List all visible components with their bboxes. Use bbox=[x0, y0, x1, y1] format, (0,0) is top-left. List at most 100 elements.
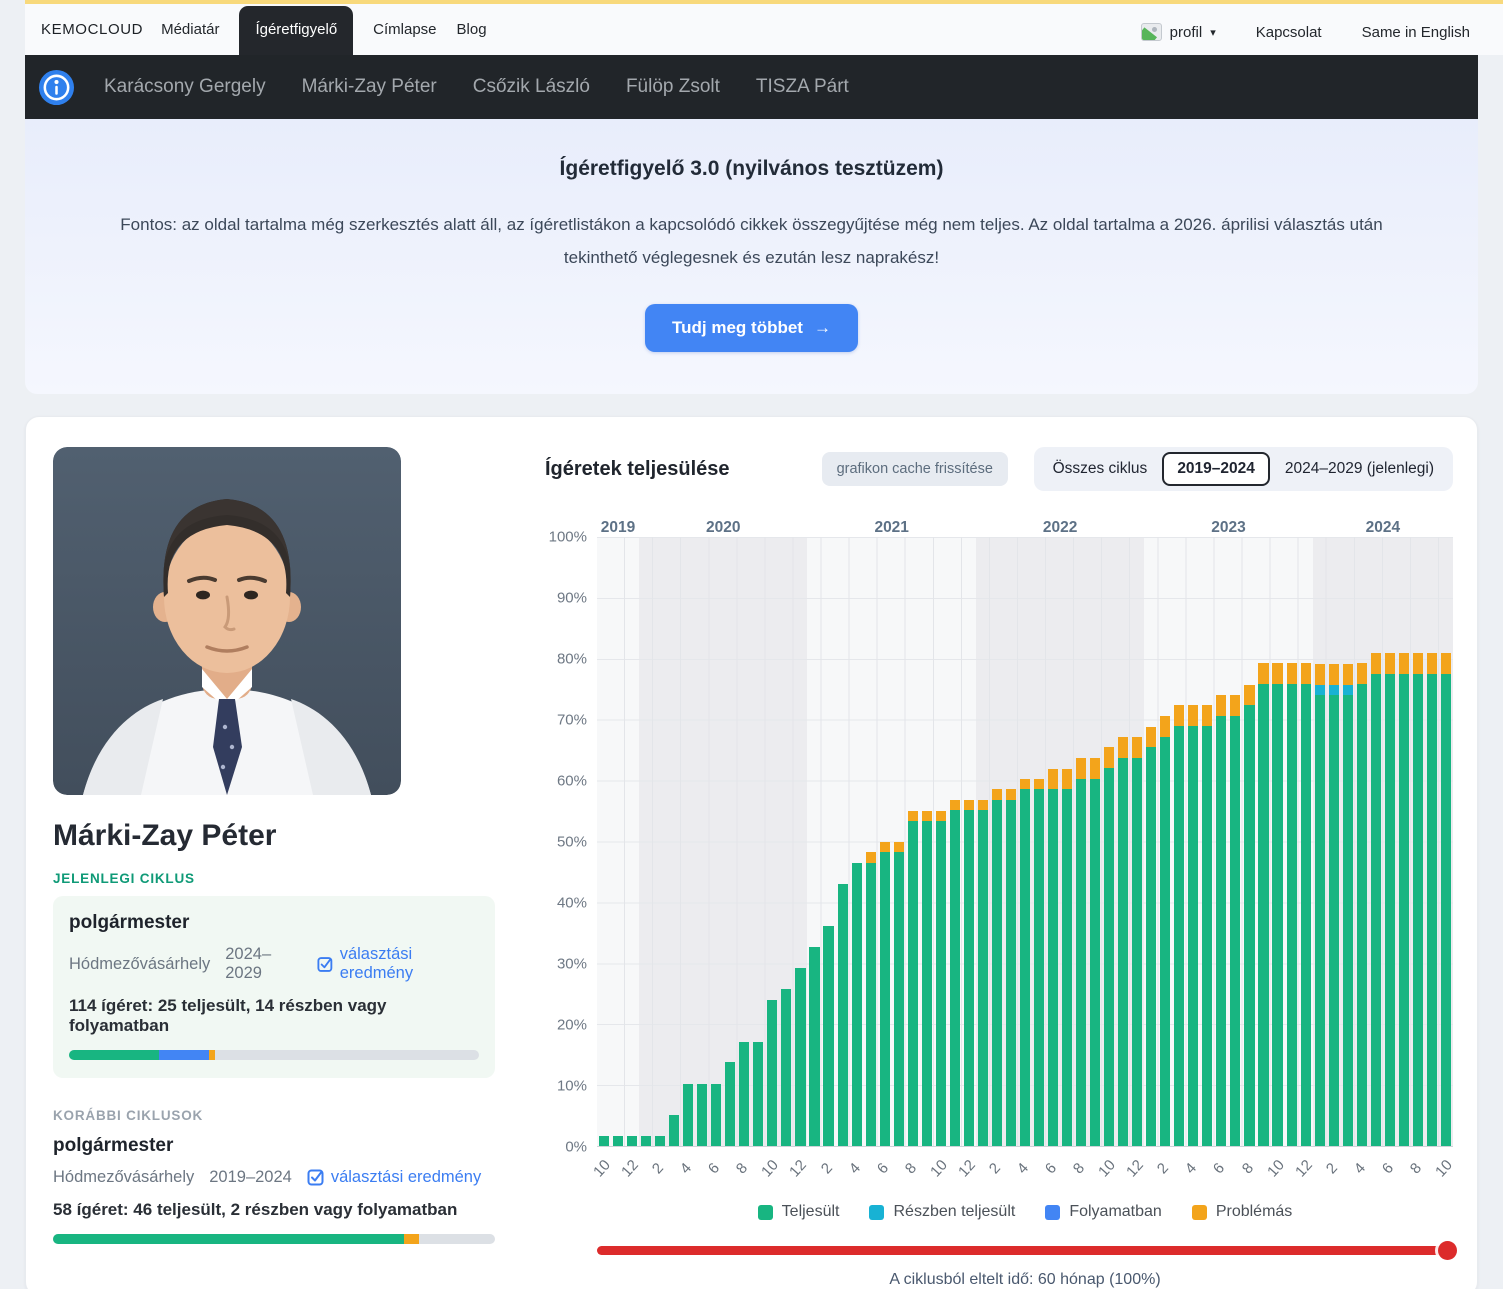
bar-month-41[interactable] bbox=[1174, 537, 1184, 1146]
legend-swatch bbox=[1045, 1205, 1060, 1220]
nav-item-marki-zay-peter[interactable]: Márki-Zay Péter bbox=[302, 76, 437, 98]
bar-month-51[interactable] bbox=[1315, 537, 1325, 1146]
nav-item-karacsony-gergely[interactable]: Karácsony Gergely bbox=[104, 76, 266, 98]
nav-item-tisza-part[interactable]: TISZA Párt bbox=[756, 76, 849, 98]
bar-month-20[interactable] bbox=[880, 537, 890, 1146]
bar-month-46[interactable] bbox=[1244, 537, 1254, 1146]
bar-month-50[interactable] bbox=[1301, 537, 1311, 1146]
bar-month-57[interactable] bbox=[1399, 537, 1409, 1146]
bar-month-7[interactable] bbox=[697, 537, 707, 1146]
bar-month-26[interactable] bbox=[964, 537, 974, 1146]
bar-month-30[interactable] bbox=[1020, 537, 1030, 1146]
bar-month-39[interactable] bbox=[1146, 537, 1156, 1146]
contact-link[interactable]: Kapcsolat bbox=[1256, 24, 1322, 41]
election-result-link[interactable]: választási eredmény bbox=[307, 1168, 481, 1187]
slider-track[interactable] bbox=[597, 1246, 1453, 1255]
bar-month-37[interactable] bbox=[1118, 537, 1128, 1146]
bar-month-14[interactable] bbox=[795, 537, 805, 1146]
tab-igeretfigyelo[interactable]: Ígéretfigyelő bbox=[239, 6, 353, 55]
election-result-link[interactable]: választási eredmény bbox=[317, 945, 479, 983]
bar-month-2[interactable] bbox=[627, 537, 637, 1146]
bar-month-12[interactable] bbox=[767, 537, 777, 1146]
bar-month-49[interactable] bbox=[1287, 537, 1297, 1146]
bar-month-6[interactable] bbox=[683, 537, 693, 1146]
tab-mediatar[interactable]: Médiatár bbox=[151, 21, 229, 55]
refresh-cache-button[interactable]: grafikon cache frissítése bbox=[822, 452, 1008, 486]
bar-month-29[interactable] bbox=[1006, 537, 1016, 1146]
bar-month-47[interactable] bbox=[1258, 537, 1268, 1146]
bar-month-17[interactable] bbox=[838, 537, 848, 1146]
bar-month-9[interactable] bbox=[725, 537, 735, 1146]
tab-blog[interactable]: Blog bbox=[447, 21, 497, 55]
brand-kemocloud[interactable]: KEMOCLOUD bbox=[41, 21, 151, 55]
legend-item-részben-teljesült[interactable]: Részben teljesült bbox=[869, 1203, 1015, 1221]
bar-month-54[interactable] bbox=[1357, 537, 1367, 1146]
tab-all-cycles[interactable]: Összes ciklus bbox=[1040, 452, 1161, 486]
slider-handle[interactable] bbox=[1438, 1241, 1457, 1260]
x-tick-label: 12 bbox=[614, 1152, 647, 1186]
bar-month-40[interactable] bbox=[1160, 537, 1170, 1146]
x-tick-label: 10 bbox=[754, 1152, 787, 1186]
progress-segment-teljesült bbox=[53, 1234, 404, 1244]
y-tick-label: 10% bbox=[557, 1078, 587, 1095]
legend-item-folyamatban[interactable]: Folyamatban bbox=[1045, 1203, 1162, 1221]
bar-month-44[interactable] bbox=[1216, 537, 1226, 1146]
bar-month-34[interactable] bbox=[1076, 537, 1086, 1146]
bar-month-48[interactable] bbox=[1272, 537, 1282, 1146]
bar-month-36[interactable] bbox=[1104, 537, 1114, 1146]
tab-2019-2024[interactable]: 2019–2024 bbox=[1162, 452, 1270, 486]
bar-month-23[interactable] bbox=[922, 537, 932, 1146]
bar-month-11[interactable] bbox=[753, 537, 763, 1146]
bar-month-45[interactable] bbox=[1230, 537, 1240, 1146]
y-tick-label: 70% bbox=[557, 712, 587, 729]
bar-month-21[interactable] bbox=[894, 537, 904, 1146]
bar-month-10[interactable] bbox=[739, 537, 749, 1146]
bar-month-42[interactable] bbox=[1188, 537, 1198, 1146]
nav-item-csozik-laszlo[interactable]: Csőzik László bbox=[473, 76, 590, 98]
bar-month-28[interactable] bbox=[992, 537, 1002, 1146]
bar-month-3[interactable] bbox=[641, 537, 651, 1146]
bar-month-55[interactable] bbox=[1371, 537, 1381, 1146]
bar-month-38[interactable] bbox=[1132, 537, 1142, 1146]
profile-menu[interactable]: profil ▾ bbox=[1141, 23, 1216, 41]
elapsed-time-slider[interactable] bbox=[597, 1241, 1453, 1259]
profile-column: Márki-Zay Péter JELENLEGI CIKLUS polgárm… bbox=[53, 447, 495, 1273]
bar-month-52[interactable] bbox=[1329, 537, 1339, 1146]
bar-month-15[interactable] bbox=[809, 537, 819, 1146]
bar-month-56[interactable] bbox=[1385, 537, 1395, 1146]
chart-plot bbox=[597, 537, 1453, 1147]
bar-month-4[interactable] bbox=[655, 537, 665, 1146]
bar-month-60[interactable] bbox=[1441, 537, 1451, 1146]
bar-month-16[interactable] bbox=[823, 537, 833, 1146]
legend-swatch bbox=[758, 1205, 773, 1220]
bar-month-53[interactable] bbox=[1343, 537, 1353, 1146]
bar-month-22[interactable] bbox=[908, 537, 918, 1146]
bar-month-58[interactable] bbox=[1413, 537, 1423, 1146]
bar-month-5[interactable] bbox=[669, 537, 679, 1146]
bar-month-0[interactable] bbox=[599, 537, 609, 1146]
y-tick-label: 0% bbox=[565, 1139, 587, 1156]
bar-month-24[interactable] bbox=[936, 537, 946, 1146]
legend-item-teljesült[interactable]: Teljesült bbox=[758, 1203, 840, 1221]
bar-month-59[interactable] bbox=[1427, 537, 1437, 1146]
bar-month-32[interactable] bbox=[1048, 537, 1058, 1146]
bar-month-25[interactable] bbox=[950, 537, 960, 1146]
bar-month-31[interactable] bbox=[1034, 537, 1044, 1146]
nav-item-fulop-zsolt[interactable]: Fülöp Zsolt bbox=[626, 76, 720, 98]
bar-month-8[interactable] bbox=[711, 537, 721, 1146]
bar-month-27[interactable] bbox=[978, 537, 988, 1146]
info-icon[interactable] bbox=[38, 69, 75, 106]
bar-month-19[interactable] bbox=[866, 537, 876, 1146]
bar-month-18[interactable] bbox=[852, 537, 862, 1146]
learn-more-button[interactable]: Tudj meg többet → bbox=[645, 304, 858, 352]
politician-navbar: Karácsony Gergely Márki-Zay Péter Csőzik… bbox=[25, 55, 1478, 119]
bar-month-1[interactable] bbox=[613, 537, 623, 1146]
legend-item-problémás[interactable]: Problémás bbox=[1192, 1203, 1292, 1221]
bar-month-43[interactable] bbox=[1202, 537, 1212, 1146]
bar-month-33[interactable] bbox=[1062, 537, 1072, 1146]
bar-month-13[interactable] bbox=[781, 537, 791, 1146]
tab-2024-2029[interactable]: 2024–2029 (jelenlegi) bbox=[1272, 452, 1447, 486]
tab-cimlapse[interactable]: Címlapse bbox=[363, 21, 446, 55]
bar-month-35[interactable] bbox=[1090, 537, 1100, 1146]
language-link[interactable]: Same in English bbox=[1362, 24, 1470, 41]
